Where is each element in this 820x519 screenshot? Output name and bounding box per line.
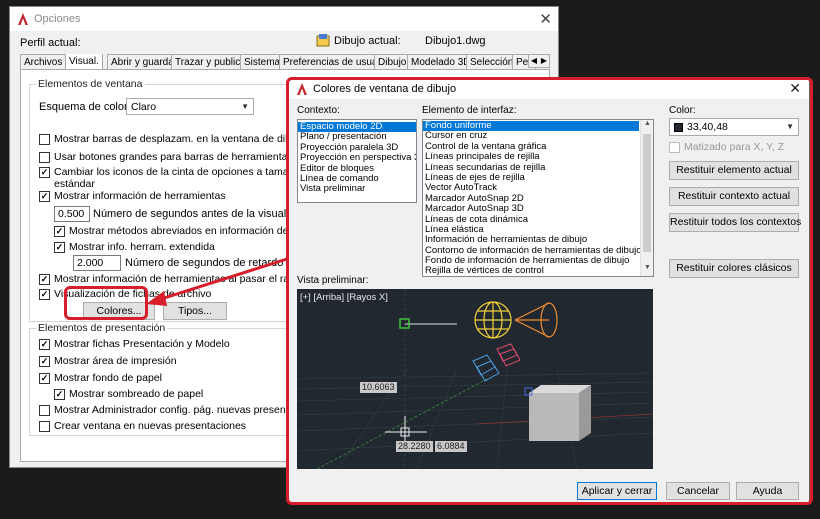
color-select[interactable]: 33,40,48 ▼: [669, 118, 799, 136]
colors-titlebar: Colores de ventana de dibujo ✕: [289, 79, 809, 99]
solid-cube: [529, 385, 591, 441]
arrow-head: [146, 291, 167, 306]
colors-dialog: Colores de ventana de dibujo ✕ Contexto:…: [288, 78, 810, 503]
coord-x-value: 28.2280: [396, 441, 433, 452]
color-label: Color:: [669, 105, 696, 116]
restore-all-button[interactable]: Restituir todos los contextos: [669, 213, 801, 232]
wire-box-red: [496, 343, 521, 367]
chevron-down-icon[interactable]: ▼: [641, 264, 653, 276]
arrow-line: [157, 256, 291, 302]
color-value: 33,40,48: [687, 121, 728, 133]
wire-cone: [514, 302, 558, 338]
context-item[interactable]: Proyección en perspectiva 3D: [298, 152, 416, 163]
interface-item[interactable]: Marcador AutoSnap 3D: [423, 203, 653, 214]
help-button[interactable]: Ayuda: [736, 482, 799, 500]
chevron-up-icon[interactable]: ▲: [641, 120, 653, 132]
scrollbar-thumb[interactable]: [643, 134, 651, 252]
viewport-controls-label: [+] [Arriba] [Rayos X]: [300, 292, 388, 303]
interface-list[interactable]: Fondo uniforme Cursor en cruz Control de…: [422, 119, 654, 277]
tint-label: Matizado para X, Y, Z: [684, 141, 785, 153]
preview-viewport: [+] [Arriba] [Rayos X] 10.6063 28.2280 6…: [297, 289, 653, 469]
dimension-value: 10.6063: [360, 382, 397, 393]
restore-classic-button[interactable]: Restituir colores clásicos: [669, 259, 799, 278]
interface-label: Elemento de interfaz:: [422, 105, 517, 116]
apply-close-button[interactable]: Aplicar y cerrar: [577, 482, 657, 500]
wire-box-blue: [472, 354, 500, 382]
interface-item[interactable]: Rejilla de vértices de control: [423, 266, 653, 276]
close-icon[interactable]: ✕: [789, 80, 801, 97]
context-item[interactable]: Vista preliminar: [298, 183, 416, 194]
colors-title: Colores de ventana de dibujo: [313, 83, 457, 95]
interface-scrollbar[interactable]: ▲ ▼: [640, 120, 653, 276]
autocad-logo-icon: [295, 82, 309, 96]
context-label: Contexto:: [297, 105, 340, 116]
preview-scene: [297, 289, 653, 469]
chevron-down-icon: ▼: [786, 122, 794, 131]
restore-context-button[interactable]: Restituir contexto actual: [669, 187, 799, 206]
restore-element-button[interactable]: Restituir elemento actual: [669, 161, 799, 180]
wire-sphere: [474, 301, 512, 339]
y-axis-line: [316, 378, 488, 469]
cancel-button[interactable]: Cancelar: [666, 482, 730, 500]
coord-y-value: 6.0884: [435, 441, 467, 452]
preview-label: Vista preliminar:: [297, 275, 369, 286]
grid-lines: [297, 368, 653, 469]
interface-item[interactable]: Líneas principales de rejilla: [423, 151, 653, 162]
context-list[interactable]: Espacio modelo 2D Plano / presentación P…: [297, 119, 417, 203]
color-swatch: [674, 122, 683, 132]
tint-checkbox[interactable]: Matizado para X, Y, Z: [669, 141, 784, 153]
